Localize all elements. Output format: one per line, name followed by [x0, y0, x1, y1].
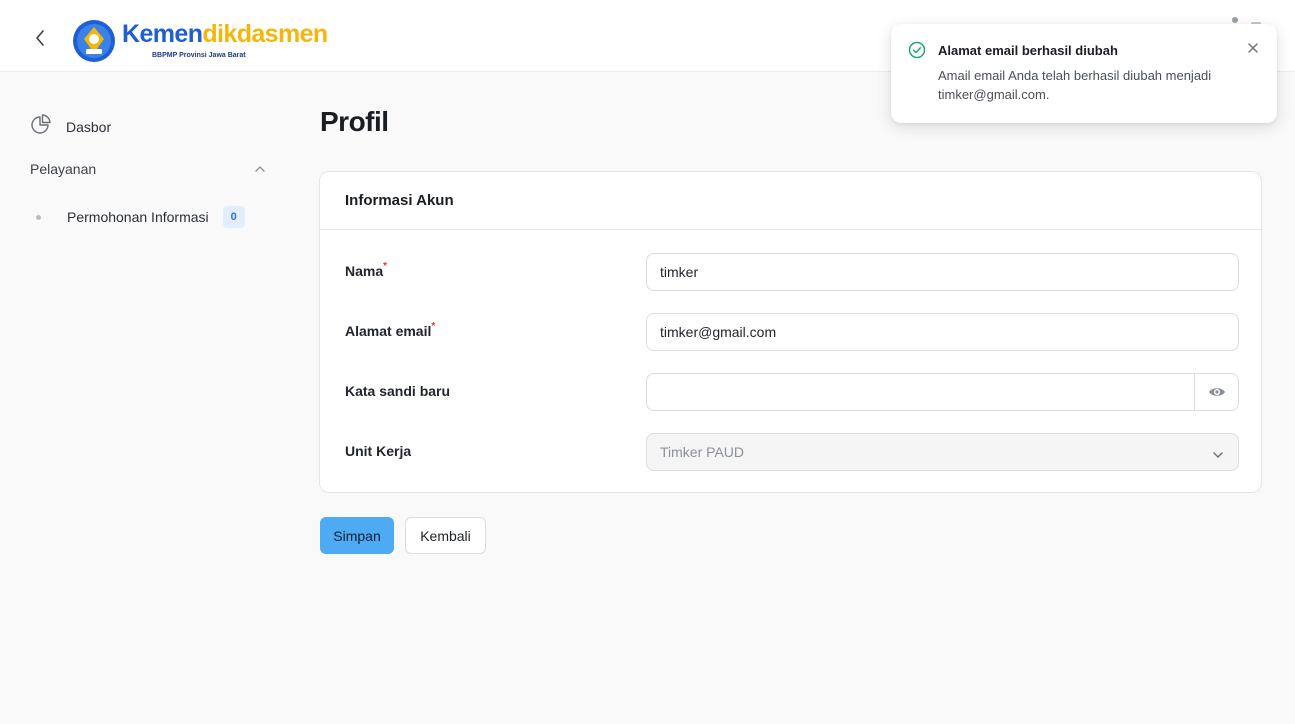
bullet-dot	[36, 214, 41, 220]
pie-chart-icon	[30, 113, 52, 140]
sidebar-section-label: Pelayanan	[30, 161, 97, 177]
field-label: Unit Kerja	[345, 443, 412, 459]
save-button[interactable]: Simpan	[320, 517, 394, 554]
brand-name: Kemendikdasmen	[122, 20, 328, 48]
card-header: Informasi Akun	[320, 172, 1261, 230]
brand-part-1: Kemen	[122, 20, 203, 48]
check-circle-icon	[908, 41, 926, 64]
field-label-text: Nama	[345, 263, 384, 279]
tut-wuri-handayani-logo	[72, 19, 116, 63]
form-row-password: Kata sandi baru	[320, 373, 1261, 411]
brand-subtitle: BBPMP Provinsi Jawa Barat	[152, 52, 246, 59]
sidebar-item-permohonan-informasi[interactable]: Permohonan Informasi 0	[36, 206, 245, 228]
close-icon[interactable]	[1247, 41, 1259, 59]
form-row-nama: Nama*	[320, 253, 1261, 291]
back-icon[interactable]	[24, 22, 56, 54]
brand-part-2: dikdasmen	[202, 20, 328, 48]
success-toast: Alamat email berhasil diubah Amail email…	[891, 24, 1277, 123]
account-info-card: Informasi Akun Nama* Alamat email* Kata …	[319, 171, 1262, 493]
field-label: Alamat email*	[345, 321, 436, 339]
email-input[interactable]	[646, 313, 1239, 351]
required-marker: *	[383, 261, 388, 272]
toast-title: Alamat email berhasil diubah	[938, 43, 1118, 58]
required-marker: *	[431, 321, 436, 332]
field-label: Kata sandi baru	[345, 383, 451, 399]
form-row-email: Alamat email*	[320, 313, 1261, 351]
sidebar-item-label: Dasbor	[66, 118, 112, 135]
sidebar-item-label: Permohonan Informasi	[67, 209, 209, 225]
eye-icon[interactable]	[1194, 373, 1239, 411]
chevron-down-icon	[1212, 447, 1224, 463]
count-badge: 0	[222, 206, 245, 228]
field-label-text: Alamat email	[345, 323, 432, 339]
name-input[interactable]	[646, 253, 1239, 291]
field-label: Nama*	[345, 261, 388, 279]
select-value: Timker PAUD	[660, 444, 744, 460]
password-field-wrapper	[646, 373, 1239, 411]
page-title: Profil	[320, 106, 389, 137]
card-title: Informasi Akun	[345, 192, 454, 209]
toast-message: Amail email Anda telah berhasil diubah m…	[938, 68, 1212, 102]
chevron-up-icon	[254, 160, 266, 178]
unit-kerja-select[interactable]: Timker PAUD	[646, 433, 1239, 471]
new-password-input[interactable]	[646, 373, 1239, 411]
sidebar-section-pelayanan[interactable]: Pelayanan	[30, 160, 266, 178]
sidebar-item-dasbor[interactable]: Dasbor	[30, 113, 111, 140]
form-row-unit-kerja: Unit Kerja Timker PAUD	[320, 433, 1261, 471]
back-button[interactable]: Kembali	[405, 517, 486, 554]
